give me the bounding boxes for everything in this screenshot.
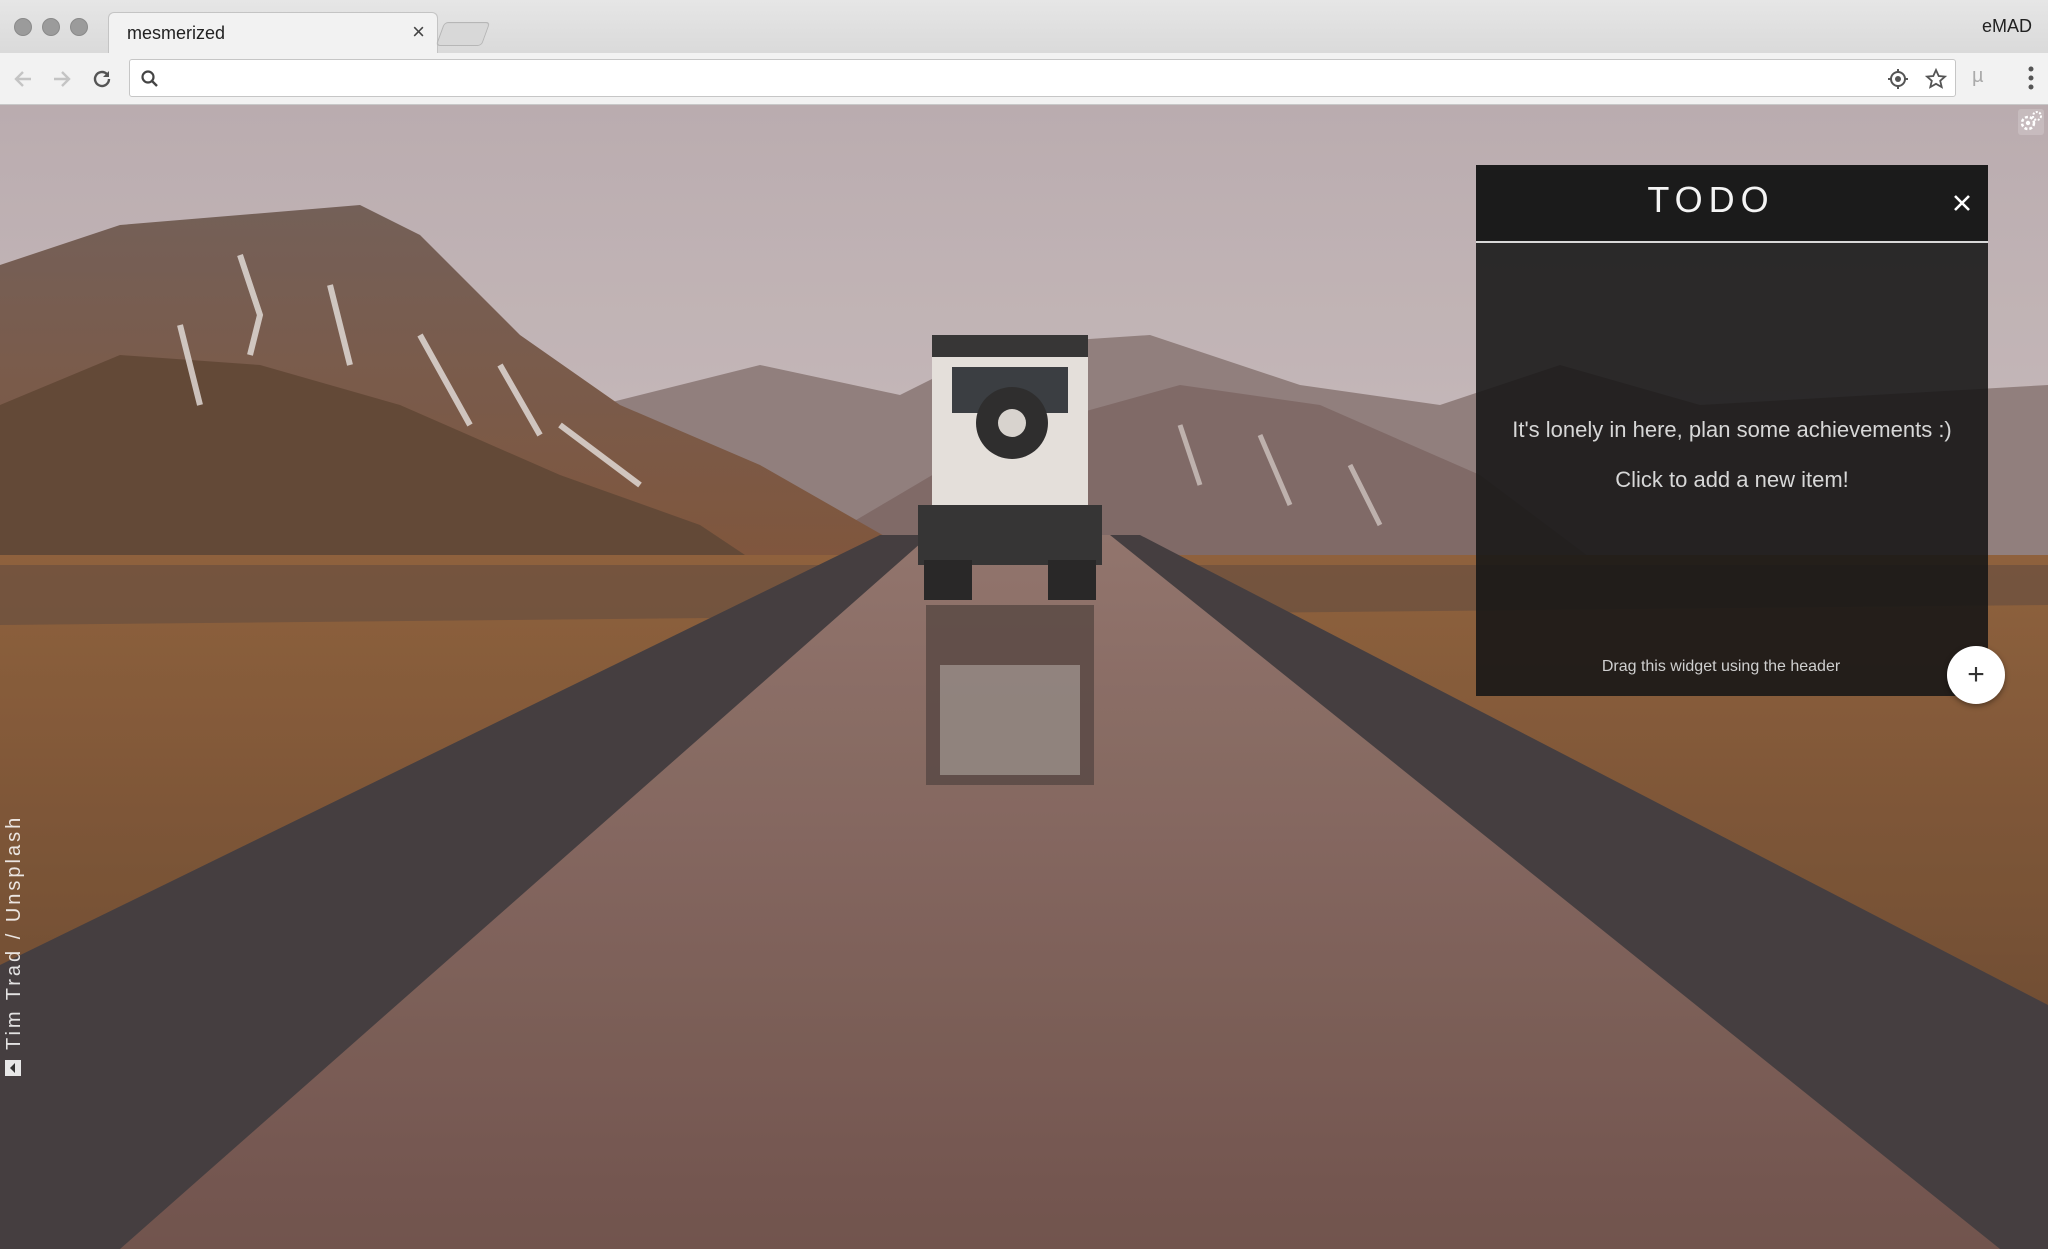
close-icon[interactable] [1950,191,1974,215]
ublock-icon[interactable]: µ [1972,65,1984,88]
window-zoom-button[interactable] [70,18,88,36]
back-button[interactable] [9,65,37,93]
todo-widget-header[interactable]: TODO [1476,165,1988,243]
add-item-prompt[interactable]: Click to add a new item! [1476,455,1988,505]
address-input[interactable] [164,64,1864,92]
reload-button[interactable] [88,65,116,93]
todo-empty-state: It's lonely in here, plan some achieveme… [1476,405,1988,505]
new-tab-button[interactable] [435,22,491,46]
tab-title: mesmerized [127,23,226,43]
window-close-button[interactable] [14,18,32,36]
unsplash-icon[interactable] [4,1059,22,1077]
window-minimize-button[interactable] [42,18,60,36]
browser-toolbar: µ [0,53,2048,105]
settings-button[interactable] [2018,109,2044,135]
location-target-icon[interactable] [1887,68,1909,90]
profile-name[interactable]: eMAD [1982,16,2032,37]
gear-icon [2020,111,2042,131]
forward-button[interactable] [48,65,76,93]
todo-widget: TODO It's lonely in here, plan some achi… [1476,165,2005,704]
more-vertical-icon[interactable] [2026,63,2036,93]
arrow-left-icon [14,71,31,87]
new-tab-page: Tim Trad / Unsplash TODO It's lonely in … [0,105,2048,1249]
todo-widget-title: TODO [1647,179,1775,220]
search-icon [141,70,158,87]
browser-titlebar: mesmerized × eMAD [0,0,2048,54]
star-icon[interactable] [1925,68,1947,90]
address-bar[interactable] [129,59,1956,97]
empty-message: It's lonely in here, plan some achieveme… [1512,417,1952,442]
browser-tab[interactable]: mesmerized × [108,12,438,54]
photo-credit[interactable]: Tim Trad / Unsplash [3,815,26,1050]
tab-close-icon[interactable]: × [412,19,425,44]
drag-hint: Drag this widget using the header [1601,658,1841,675]
plus-icon: + [1967,658,1985,691]
add-item-button[interactable]: + [1947,646,2005,704]
reload-icon [93,70,111,88]
arrow-right-icon [54,71,71,87]
